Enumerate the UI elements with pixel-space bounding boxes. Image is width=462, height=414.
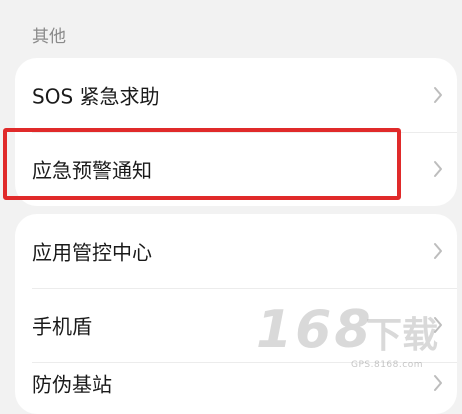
- chevron-right-icon: [434, 87, 442, 103]
- highlight-annotation-box: [3, 128, 401, 200]
- watermark-url: GPS.8168.com: [351, 360, 423, 370]
- watermark-logo: 168 下载 GPS.8168.com: [256, 300, 446, 382]
- settings-item-sos[interactable]: SOS 紧急求助: [15, 58, 457, 132]
- watermark-logo-text: 下载: [366, 315, 439, 356]
- settings-item-label: 应用管控中心: [32, 240, 152, 265]
- settings-item-label: 手机盾: [32, 314, 92, 339]
- chevron-right-icon: [434, 161, 442, 177]
- settings-item-label: SOS 紧急求助: [32, 84, 160, 109]
- chevron-right-icon: [434, 243, 442, 259]
- settings-item-app-control-center[interactable]: 应用管控中心: [15, 214, 457, 288]
- settings-item-label: 防伪基站: [32, 372, 112, 397]
- watermark-logo-number: 168: [256, 300, 374, 360]
- section-header-other: 其他: [32, 27, 66, 47]
